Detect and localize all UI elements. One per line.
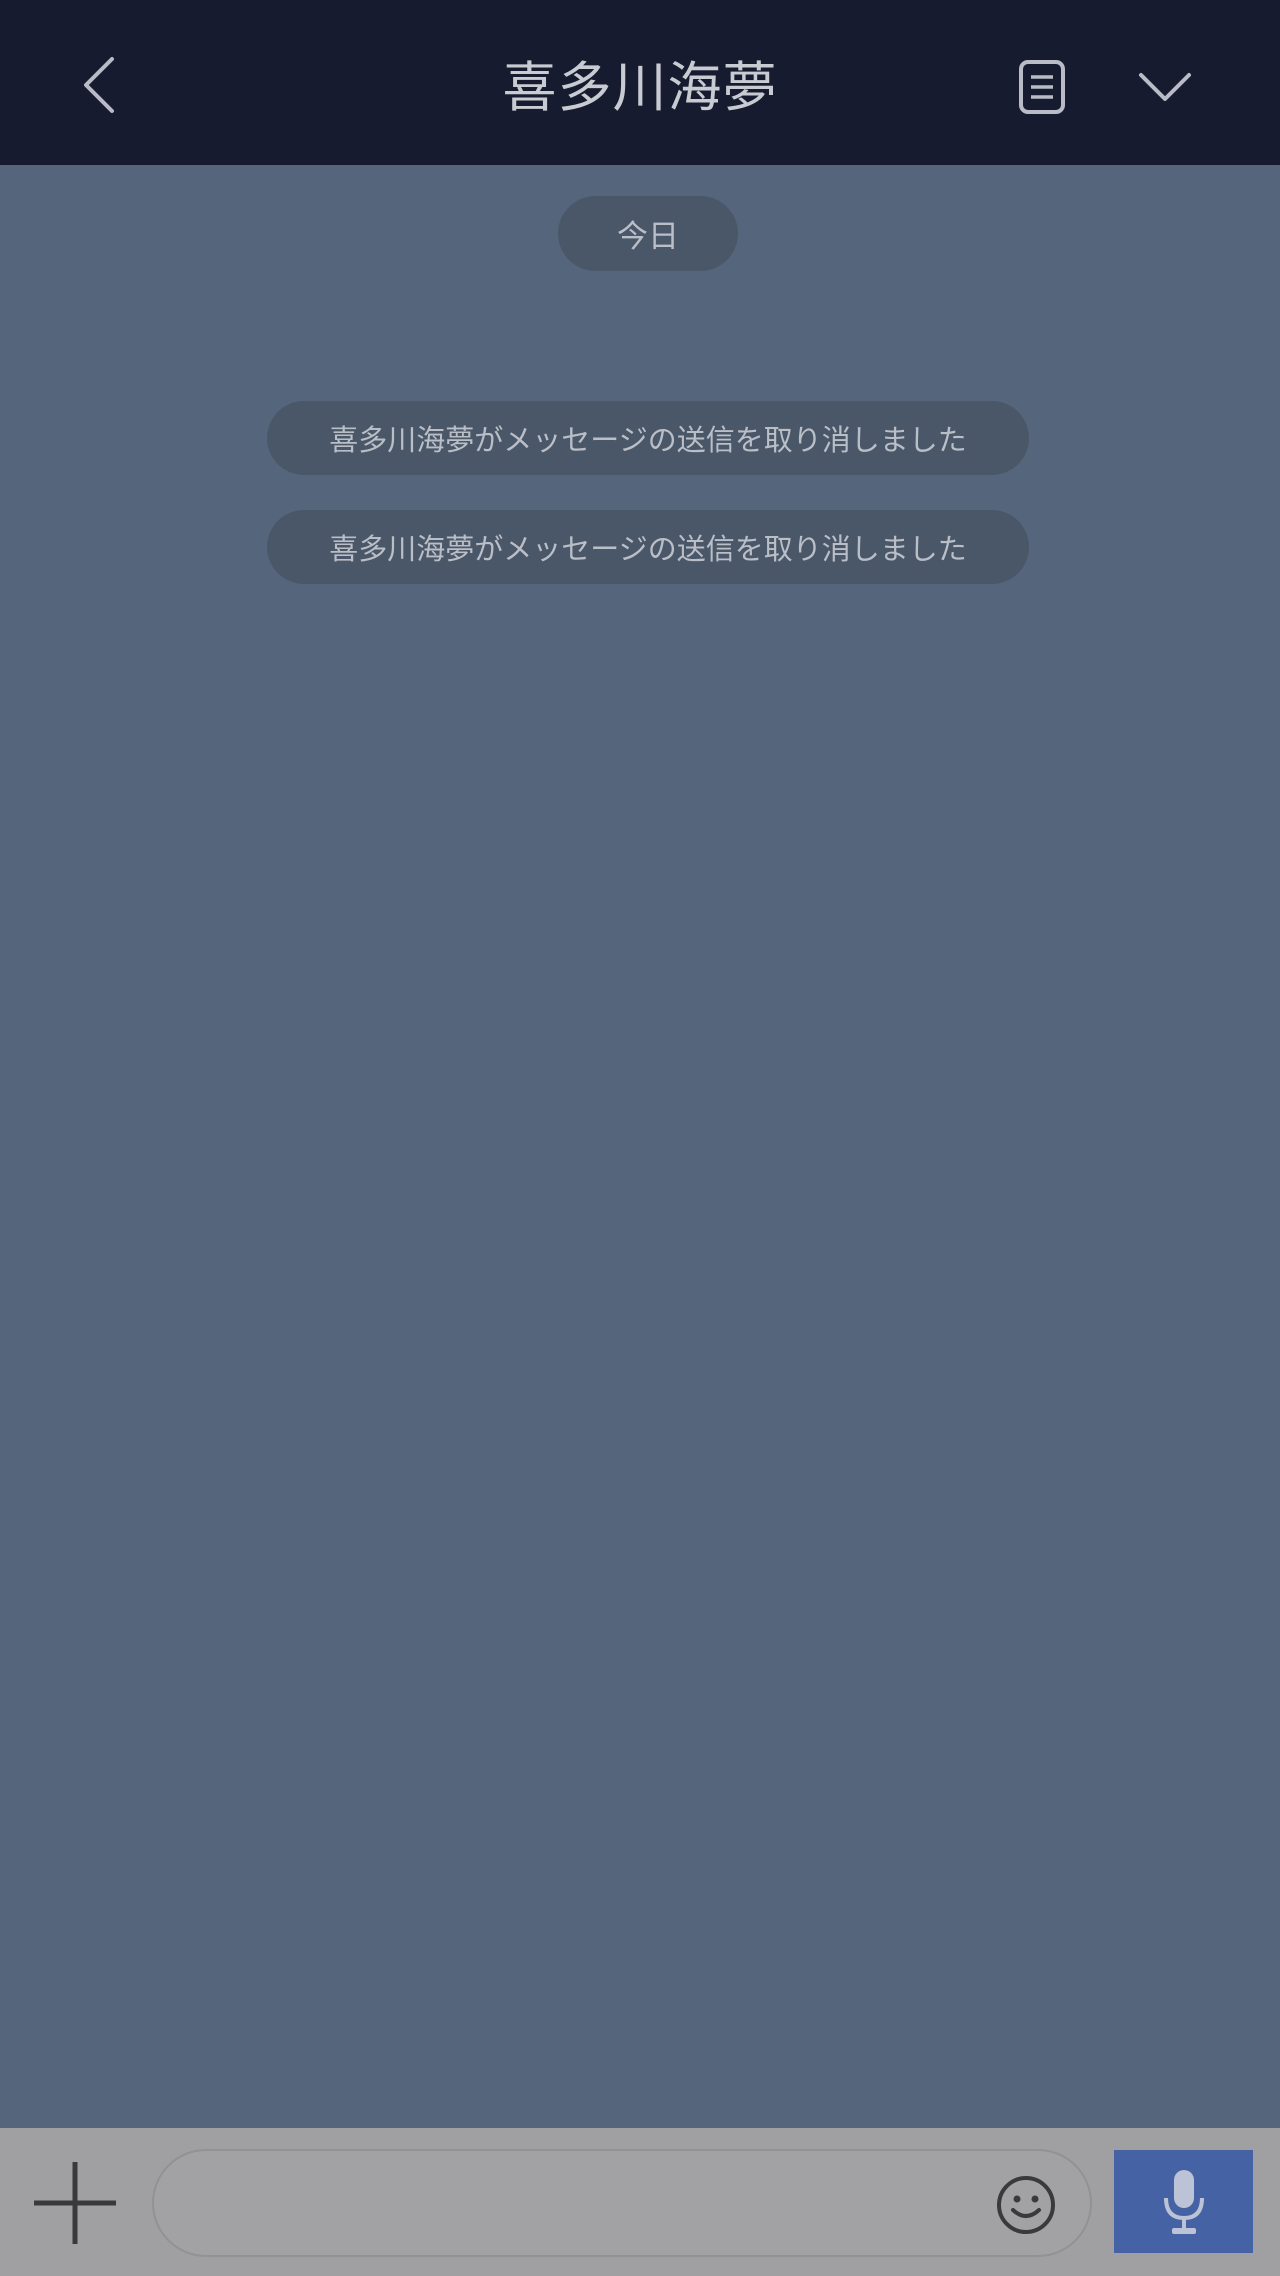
system-message: 喜多川海夢がメッセージの送信を取り消しました	[267, 510, 1029, 584]
system-message: 喜多川海夢がメッセージの送信を取り消しました	[267, 401, 1029, 475]
app-bar: 喜多川海夢	[0, 0, 1280, 165]
microphone-icon	[1163, 2169, 1204, 2234]
emoji-icon	[997, 2176, 1055, 2234]
notes-button[interactable]	[1010, 55, 1074, 119]
menu-dropdown-button[interactable]	[1130, 55, 1200, 119]
message-input-box[interactable]	[152, 2149, 1092, 2257]
emoji-button[interactable]	[994, 2173, 1058, 2237]
plus-icon	[34, 2162, 116, 2244]
message-input[interactable]	[194, 2165, 974, 2241]
date-separator: 今日	[558, 196, 738, 271]
chat-area[interactable]: 今日 喜多川海夢がメッセージの送信を取り消しました 喜多川海夢がメッセージの送信…	[0, 165, 1280, 2128]
input-bar	[0, 2128, 1280, 2276]
chevron-down-icon	[1139, 73, 1191, 101]
add-attachment-button[interactable]	[30, 2158, 120, 2248]
voice-message-button[interactable]	[1114, 2150, 1253, 2253]
notes-icon	[1019, 60, 1065, 114]
chevron-left-icon	[84, 57, 114, 113]
chat-title: 喜多川海夢	[502, 56, 778, 119]
back-button[interactable]	[70, 50, 130, 120]
